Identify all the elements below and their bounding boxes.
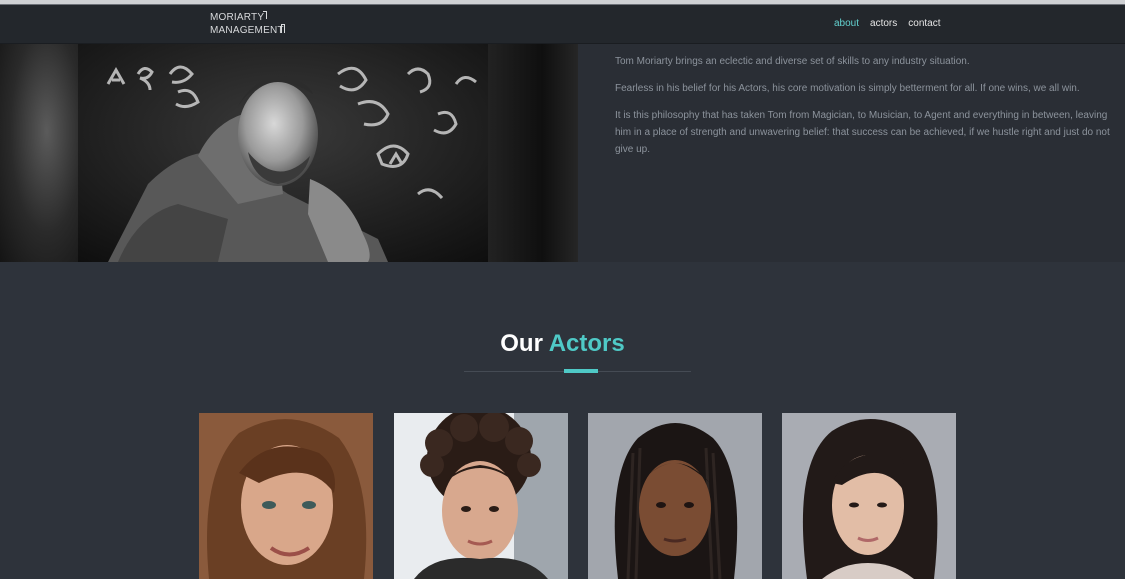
actors-heading-accent: Actors [548,330,625,357]
about-paragraph: Tom Moriarty brings an eclectic and dive… [615,56,970,67]
navbar: MORIARTY MANAGEMENT about actors contact [0,5,1125,44]
heading-accent-bar [564,369,598,373]
actor-card[interactable] [394,413,568,579]
actor-photo [782,413,956,579]
photo-blur-right [488,44,578,262]
logo-line-2: MANAGEMENT [210,24,284,36]
nav-link-actors[interactable]: actors [870,18,897,29]
actors-heading-plain: Our [500,330,543,357]
actors-section: Our Actors [0,262,1125,579]
logo-bracket-mark [263,11,267,19]
actor-photo [588,413,762,579]
actor-photo [199,413,373,579]
actor-card[interactable] [588,413,762,579]
about-section: Tom Moriarty brings an eclectic and dive… [0,44,1125,262]
founder-photo [78,44,488,262]
actor-card[interactable] [199,413,373,579]
main-nav: about actors contact [834,18,941,29]
actors-heading: Our Actors [0,330,1125,358]
about-paragraph: Fearless in his belief for his Actors, h… [615,83,1080,94]
actor-card[interactable] [782,413,956,579]
logo-line-1: MORIARTY [210,12,265,23]
nav-link-about[interactable]: about [834,18,859,29]
founder-photo-backdrop [0,44,578,262]
founder-photo-image [78,44,488,262]
logo-bracket-mark [281,24,285,33]
about-text: Tom Moriarty brings an eclectic and dive… [615,53,1125,168]
photo-blur-left [0,44,78,262]
actor-photo [394,413,568,579]
nav-link-contact[interactable]: contact [908,18,940,29]
about-paragraph: It is this philosophy that has taken Tom… [615,110,1110,155]
logo[interactable]: MORIARTY MANAGEMENT [210,11,290,38]
